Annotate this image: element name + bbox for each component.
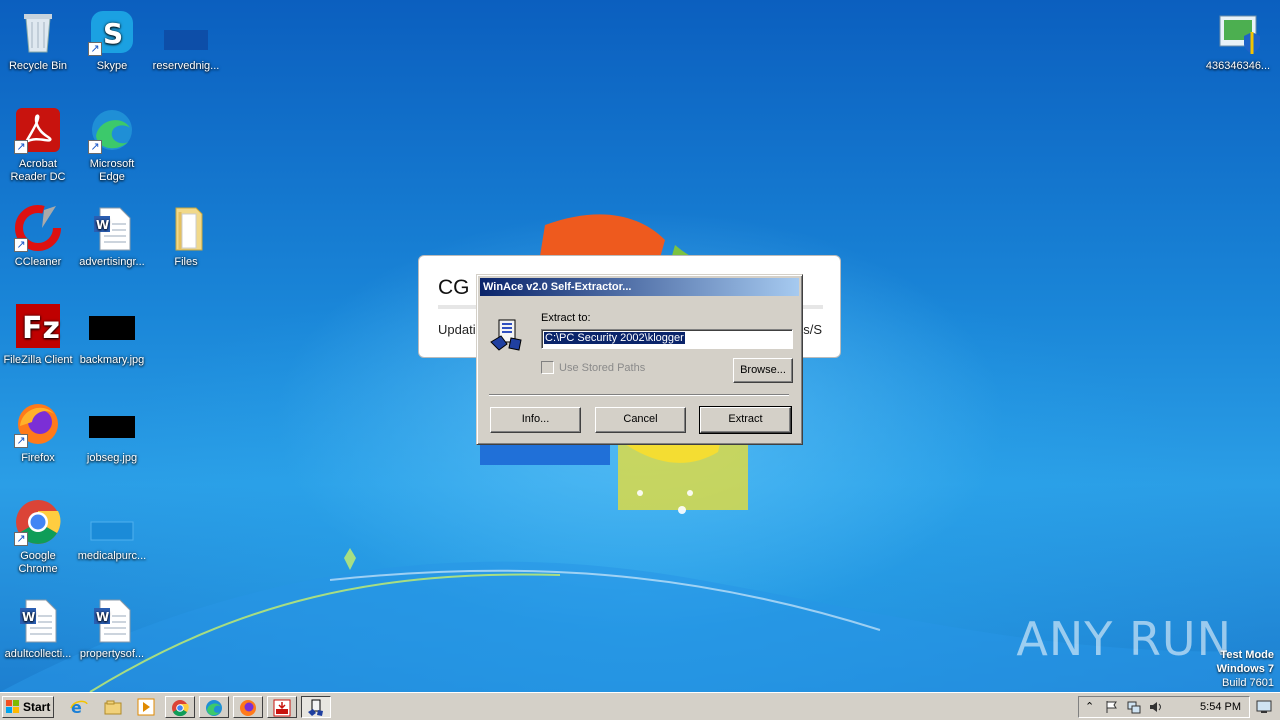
svg-text:S: S — [103, 17, 123, 50]
os-label: Windows 7 — [1216, 663, 1274, 675]
shortcut-arrow-icon: ↗ — [14, 140, 28, 154]
winace-icon — [489, 316, 525, 352]
windows-flag-icon — [6, 700, 19, 713]
desktop-icon-ccleaner[interactable]: ↗ CCleaner — [0, 198, 76, 290]
use-stored-paths-checkbox[interactable]: Use Stored Paths — [541, 361, 645, 374]
desktop-icon-advertising[interactable]: W advertisingr... — [74, 198, 150, 290]
desktop-icon-recycle-bin[interactable]: Recycle Bin — [0, 2, 76, 94]
info-button[interactable]: Info... — [490, 407, 581, 433]
extract-button[interactable]: Extract — [699, 406, 792, 434]
recycle-bin-icon — [14, 8, 62, 56]
desktop-icon-backmary[interactable]: backmary.jpg — [74, 296, 150, 388]
shortcut-arrow-icon: ↗ — [88, 42, 102, 56]
edge-icon — [206, 700, 222, 716]
image-file-icon — [88, 302, 136, 350]
taskbar-firefox[interactable] — [233, 696, 263, 718]
taskbar-edge[interactable] — [199, 696, 229, 718]
acrobat-icon: ↗ — [14, 106, 62, 154]
flag-icon[interactable] — [1105, 700, 1119, 714]
build-label: Build 7601 — [1222, 677, 1274, 689]
dialog-separator — [489, 394, 789, 396]
word-doc-icon: W — [88, 204, 136, 252]
start-label: Start — [23, 700, 51, 714]
ie-icon[interactable]: e — [70, 698, 88, 716]
shortcut-arrow-icon: ↗ — [14, 434, 28, 448]
installer-icon — [1214, 8, 1262, 56]
winace-dialog[interactable]: WinAce v2.0 Self-Extractor... Extract to… — [476, 274, 803, 445]
desktop-icon-reservednight[interactable]: reservednig... — [148, 2, 224, 94]
desktop-icon-skype[interactable]: S ↗ Skype — [74, 2, 150, 94]
desktop-icon-edge[interactable]: ↗ Microsoft Edge — [74, 100, 150, 192]
clock[interactable]: 5:54 PM — [1200, 701, 1241, 713]
skype-icon: S ↗ — [88, 8, 136, 56]
desktop-icon-installer[interactable]: 436346346... — [1200, 2, 1276, 94]
start-button[interactable]: Start — [2, 696, 54, 718]
taskbar-acrobat[interactable] — [267, 696, 297, 718]
anyrun-watermark: ANY RUN — [1016, 612, 1232, 666]
firefox-icon: ↗ — [14, 400, 62, 448]
filezilla-icon: Fz — [14, 302, 62, 350]
svg-text:W: W — [22, 610, 35, 624]
svg-text:W: W — [96, 610, 109, 624]
word-doc-icon: W — [14, 596, 62, 644]
show-desktop-icon[interactable] — [1256, 700, 1272, 714]
updater-status-right: s/S — [803, 322, 822, 337]
chrome-icon: ↗ — [14, 498, 62, 546]
test-mode-notice: Test Mode Windows 7 Build 7601 — [1217, 648, 1274, 690]
network-icon[interactable] — [1127, 700, 1141, 714]
file-icon — [162, 8, 210, 56]
winace-icon — [308, 699, 323, 716]
extract-path-value: C:\PC Security 2002\klogger — [544, 332, 685, 344]
media-player-icon[interactable] — [137, 698, 155, 716]
desktop-icon-jobseg[interactable]: jobseg.jpg — [74, 394, 150, 486]
dialog-titlebar[interactable]: WinAce v2.0 Self-Extractor... — [480, 278, 799, 296]
desktop-icon-adultcollection[interactable]: W adultcollecti... — [0, 590, 76, 682]
svg-text:Fz: Fz — [22, 311, 60, 346]
browse-button[interactable]: Browse... — [733, 358, 793, 383]
desktop-icon-medicalpurchase[interactable]: medicalpurc... — [74, 492, 150, 584]
image-file-icon — [88, 400, 136, 448]
desktop: Recycle Bin ↗ Acrobat Reader DC ↗ CClean… — [0, 0, 1280, 692]
shortcut-arrow-icon: ↗ — [14, 532, 28, 546]
taskbar-chrome[interactable] — [165, 696, 195, 718]
chrome-icon — [172, 700, 189, 717]
desktop-icon-chrome[interactable]: ↗ Google Chrome — [0, 492, 76, 584]
volume-icon[interactable] — [1149, 700, 1163, 714]
shortcut-arrow-icon: ↗ — [14, 238, 28, 252]
taskbar: Start e ⌃ 5:54 PM — [0, 692, 1280, 720]
ccleaner-icon: ↗ — [14, 204, 62, 252]
word-doc-icon: W — [88, 596, 136, 644]
extract-to-label: Extract to: — [541, 312, 591, 324]
file-icon — [88, 498, 136, 546]
taskbar-winace[interactable] — [301, 696, 331, 718]
desktop-icon-propertysoft[interactable]: W propertysof... — [74, 590, 150, 682]
firefox-icon — [240, 700, 256, 716]
checkbox-box — [541, 361, 554, 374]
edge-icon: ↗ — [88, 106, 136, 154]
system-tray: ⌃ 5:54 PM — [1078, 696, 1250, 718]
cancel-button[interactable]: Cancel — [595, 407, 686, 433]
show-hidden-icon[interactable]: ⌃ — [1085, 700, 1099, 714]
folder-icon — [162, 204, 210, 252]
desktop-icon-files[interactable]: Files — [148, 198, 224, 290]
desktop-icon-acrobat[interactable]: ↗ Acrobat Reader DC — [0, 100, 76, 192]
shortcut-arrow-icon: ↗ — [88, 140, 102, 154]
use-stored-paths-label: Use Stored Paths — [559, 362, 646, 374]
test-mode-label: Test Mode — [1220, 649, 1274, 661]
svg-text:W: W — [96, 218, 109, 232]
explorer-icon[interactable] — [104, 698, 122, 716]
extract-path-input[interactable]: C:\PC Security 2002\klogger — [541, 329, 793, 349]
desktop-icon-filezilla[interactable]: Fz FileZilla Client — [0, 296, 76, 388]
acrobat-icon — [273, 699, 291, 717]
desktop-icon-firefox[interactable]: ↗ Firefox — [0, 394, 76, 486]
